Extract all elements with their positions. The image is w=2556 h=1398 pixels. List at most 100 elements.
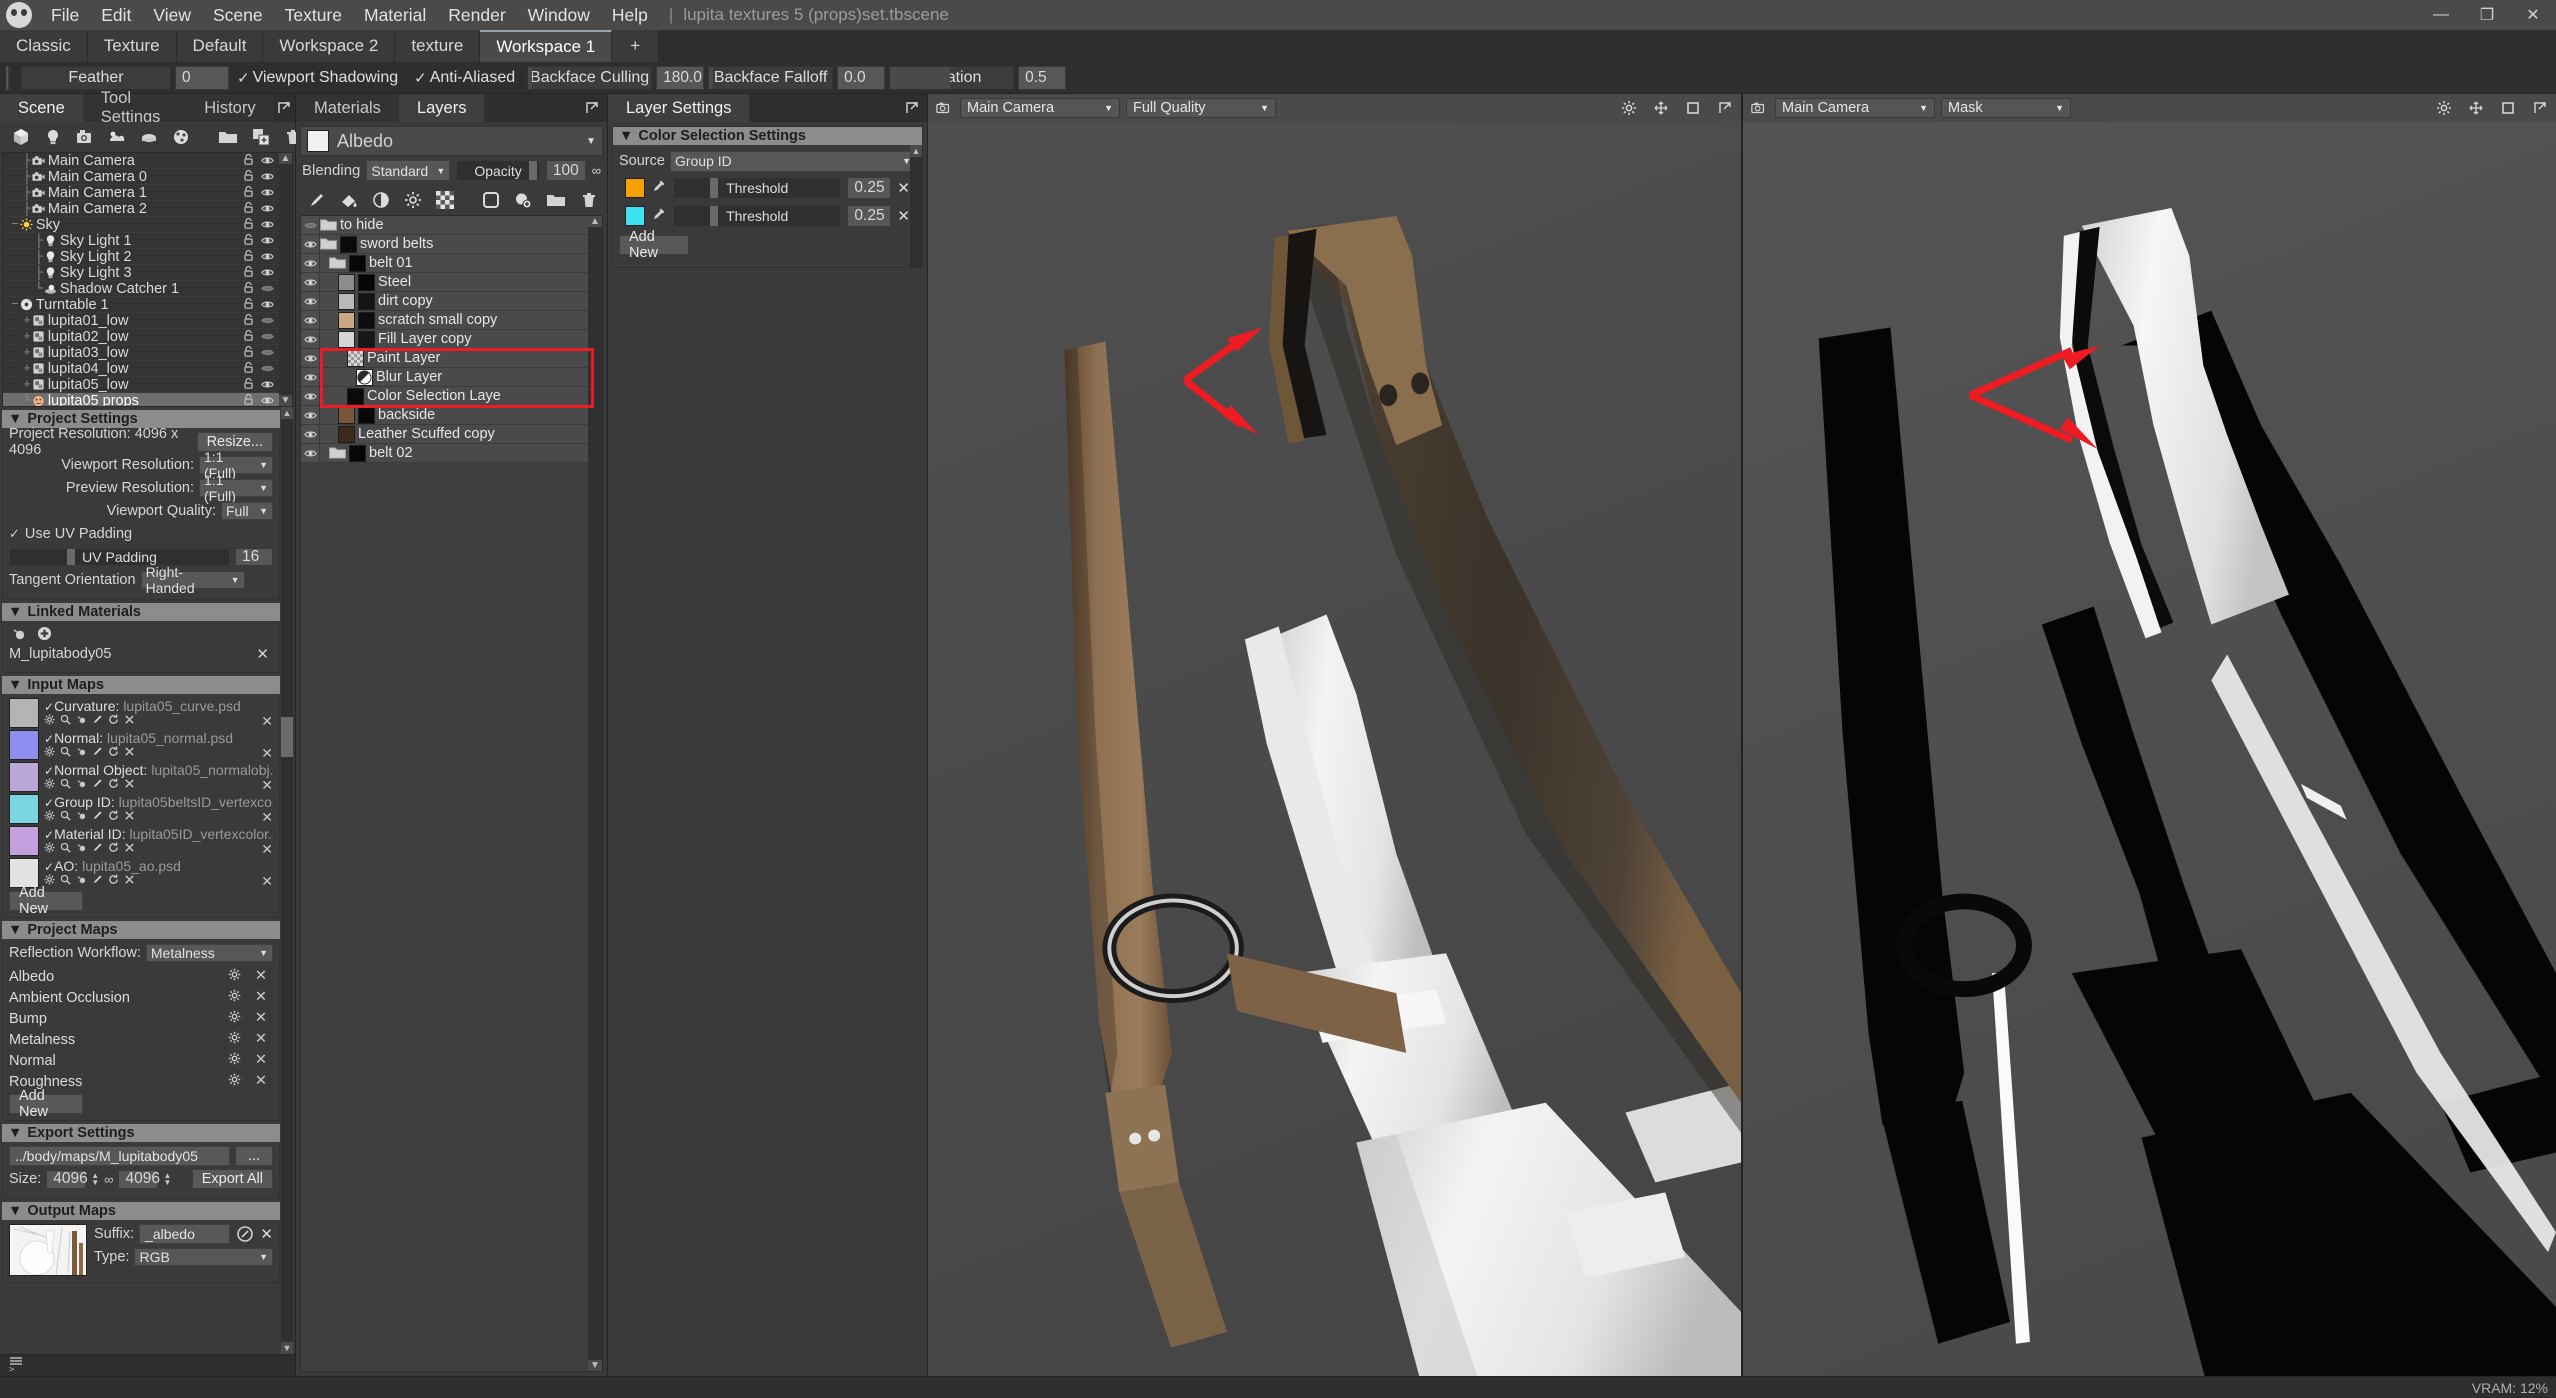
mask-icon[interactable]: [436, 190, 454, 210]
left-panel-scrollbar[interactable]: ▲ ▼: [281, 407, 293, 1354]
layer-row[interactable]: sword belts◀: [301, 235, 602, 254]
scene-tree-row[interactable]: ├ Main Camera: [3, 153, 292, 169]
scroll-down-arrow[interactable]: ▼: [281, 1342, 293, 1354]
layer-mask-thumbnail[interactable]: [358, 406, 375, 424]
input-map-tools[interactable]: ✕: [44, 713, 273, 729]
linked-material-row[interactable]: M_lupitabody05 ✕: [9, 645, 273, 663]
remove-project-map-icon[interactable]: ✕: [255, 1031, 267, 1048]
layer-row[interactable]: Fill Layer copy◀: [301, 330, 602, 349]
opacity-value[interactable]: 100: [545, 160, 586, 181]
visibility-icon[interactable]: [261, 394, 274, 407]
output-map-settings-icon[interactable]: [235, 1224, 255, 1244]
search-icon[interactable]: [60, 842, 71, 856]
viewport-left-mode-select[interactable]: Full Quality ▼: [1126, 98, 1276, 118]
color-swatch[interactable]: [625, 178, 645, 198]
close-icon[interactable]: ✕: [2510, 0, 2556, 30]
slider-knob[interactable]: [710, 178, 718, 198]
linked-materials-header[interactable]: ▼ Linked Materials: [2, 603, 280, 621]
scene-tree-row[interactable]: + lupita05_low: [3, 377, 292, 393]
menu-file[interactable]: File: [40, 0, 90, 30]
scene-tree-row[interactable]: − Turntable 1: [3, 297, 292, 313]
input-map-row[interactable]: ✓Normal Object: lupita05_normalobj.psd✕: [9, 762, 273, 794]
tab-history[interactable]: History: [186, 94, 274, 122]
scene-tree-row[interactable]: └ lupita05 props: [3, 393, 292, 407]
layers-toolbar[interactable]: [296, 185, 607, 215]
remove-input-map-icon[interactable]: ✕: [261, 777, 273, 794]
workspace-tab-classic[interactable]: Classic: [0, 30, 88, 62]
new-layer-icon[interactable]: [482, 190, 500, 210]
layer-visibility-icon[interactable]: [301, 444, 320, 462]
menu-scene[interactable]: Scene: [202, 0, 274, 30]
layer-visibility-icon[interactable]: [301, 406, 320, 424]
viewport-left-render[interactable]: [928, 122, 1741, 1376]
viewport-left-header-tools[interactable]: [1619, 98, 1735, 118]
project-maps-add-new-button[interactable]: Add New: [9, 1088, 83, 1120]
color-swatch[interactable]: [625, 206, 645, 226]
trash-icon[interactable]: [580, 190, 598, 210]
color-selection-add-new-button[interactable]: Add New: [619, 229, 689, 261]
project-map-row[interactable]: Metalness ✕: [9, 1029, 273, 1050]
viewport-right-render[interactable]: [1743, 122, 2556, 1376]
brush-icon[interactable]: [308, 190, 326, 210]
layer-thumbnail[interactable]: [347, 349, 364, 367]
link-opacity-icon[interactable]: ∞: [592, 163, 601, 178]
remove-project-map-icon[interactable]: ✕: [255, 1052, 267, 1069]
scene-tree-scrollbar[interactable]: ▲ ▼: [279, 153, 292, 406]
remove-project-map-icon[interactable]: ✕: [255, 1010, 267, 1027]
tab-scene[interactable]: Scene: [0, 94, 83, 122]
use-uv-padding-row[interactable]: ✓ Use UV Padding: [9, 524, 273, 544]
layer-thumbnail[interactable]: [338, 406, 355, 424]
export-height-field[interactable]: 4096: [118, 1169, 160, 1189]
lock-icon[interactable]: [244, 377, 253, 392]
layer-thumbnail[interactable]: [338, 292, 355, 310]
layer-settings-scrollbar[interactable]: ▲: [910, 145, 922, 267]
viewport-shadowing-checkbox[interactable]: ✓ Viewport Shadowing: [229, 69, 406, 87]
lock-icon[interactable]: [244, 281, 253, 296]
visibility-icon[interactable]: [261, 202, 274, 216]
layer-thumbnail[interactable]: [356, 368, 373, 386]
gear-icon[interactable]: [44, 842, 55, 856]
remove-entry-icon[interactable]: ✕: [897, 179, 910, 197]
layer-mask-thumbnail[interactable]: [358, 311, 375, 329]
pick-material-icon[interactable]: [9, 624, 29, 644]
fog-icon[interactable]: [140, 127, 158, 147]
tab-layers[interactable]: Layers: [398, 94, 485, 122]
layer-visibility-icon[interactable]: [301, 387, 320, 405]
search-icon[interactable]: [60, 746, 71, 760]
menu-render[interactable]: Render: [437, 0, 516, 30]
visibility-icon[interactable]: [261, 378, 274, 392]
layer-row[interactable]: dirt copy: [301, 292, 602, 311]
remove-project-map-icon[interactable]: ✕: [255, 989, 267, 1006]
slider-knob[interactable]: [710, 206, 718, 226]
workspace-tab-workspace-2[interactable]: Workspace 2: [263, 30, 396, 62]
layer-mask-thumbnail[interactable]: [349, 254, 366, 272]
scroll-down-arrow[interactable]: ▼: [588, 1360, 602, 1371]
reload-icon[interactable]: [108, 842, 119, 856]
search-icon[interactable]: [60, 810, 71, 824]
clear-icon[interactable]: [124, 842, 135, 856]
output-suffix-field[interactable]: _albedo: [139, 1224, 231, 1244]
visibility-icon[interactable]: [261, 218, 274, 232]
lock-icon[interactable]: [244, 393, 253, 407]
backface-falloff-slider[interactable]: Backface Falloff: [708, 65, 834, 90]
blending-select[interactable]: Standard ▼: [366, 160, 451, 181]
scroll-up-arrow[interactable]: ▲: [588, 216, 602, 227]
lock-icon[interactable]: [244, 185, 253, 200]
visibility-icon[interactable]: [261, 362, 274, 376]
menu-edit[interactable]: Edit: [90, 0, 142, 30]
input-map-row[interactable]: ✓AO: lupita05_ao.psd ✕: [9, 858, 273, 889]
viewport-quality-select[interactable]: Full ▼: [221, 502, 273, 520]
layers-scrollbar[interactable]: ▲ ▼: [588, 216, 602, 1371]
visibility-icon[interactable]: [261, 250, 274, 264]
pick-icon[interactable]: [76, 810, 87, 824]
threshold-slider[interactable]: Threshold: [673, 177, 842, 199]
gear-icon[interactable]: [44, 778, 55, 792]
new-fill-icon[interactable]: [514, 190, 532, 210]
move-icon[interactable]: [1651, 98, 1671, 118]
reload-icon[interactable]: [108, 874, 119, 888]
uv-padding-value[interactable]: 16: [235, 548, 273, 566]
gear-icon[interactable]: [228, 968, 241, 985]
lock-icon[interactable]: [244, 217, 253, 232]
menu-bar[interactable]: File Edit View Scene Texture Material Render Wi…: [40, 0, 659, 30]
layer-row[interactable]: belt 01◀: [301, 254, 602, 273]
